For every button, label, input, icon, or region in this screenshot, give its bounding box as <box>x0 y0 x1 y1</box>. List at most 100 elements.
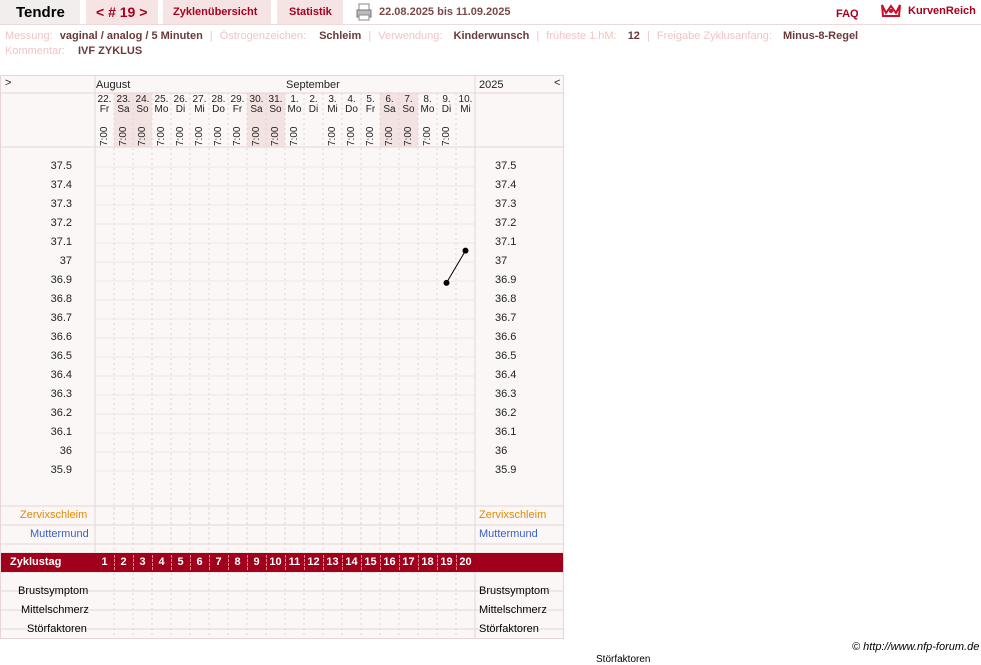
cycle-nav-label[interactable]: < # 19 > <box>96 4 147 20</box>
day-header[interactable]: 5. Fr <box>361 95 380 115</box>
oestrogen-label: Östrogenzeichen: <box>219 30 306 42</box>
day-header[interactable]: 2. Di <box>304 95 323 115</box>
kommentar-label: Kommentar: <box>5 45 65 57</box>
day-weekday: Mo <box>154 104 169 115</box>
day-header[interactable]: 29. Fr <box>228 95 247 115</box>
temp-label-left: 36.8 <box>50 293 72 305</box>
day-time-text: 7:00 <box>137 126 148 146</box>
freigabe-label: Freigabe Zyklusanfang: <box>656 30 772 42</box>
tab-statistik-label[interactable]: Statistik <box>289 6 332 18</box>
temp-label-right: 36.8 <box>495 293 517 305</box>
day-weekday: Sa <box>250 104 263 115</box>
cycle-day-number: 19 <box>440 556 453 568</box>
day-header[interactable]: 9. Di <box>437 95 456 115</box>
freigabe-value: Minus-8-Regel <box>782 30 859 42</box>
cycle-day-separator <box>456 555 457 570</box>
day-header[interactable]: 30. Sa <box>247 95 266 115</box>
day-weekday: Sa <box>383 104 396 115</box>
temp-label-left: 37 <box>59 255 72 267</box>
day-header[interactable]: 26. Di <box>171 95 190 115</box>
temp-label-left: 37.4 <box>50 179 72 191</box>
day-header[interactable]: 28. Do <box>209 95 228 115</box>
day-time: 7:00 <box>289 124 308 146</box>
temp-point[interactable] <box>443 279 450 286</box>
day-weekday: Fr <box>365 104 376 115</box>
day-time: 7:00 <box>213 124 232 146</box>
printer-icon[interactable] <box>356 3 372 24</box>
cycle-day-number: 10 <box>269 556 282 568</box>
day-time: 7:00 <box>327 124 346 146</box>
zyklustag-row: Zyklustag 1 2 3 4 5 6 7 8 9 10 11 12 13 14 15 16 17 18 19 2… <box>1 553 563 572</box>
temp-label-left: 37.1 <box>50 236 72 248</box>
day-time: 7:00 <box>251 124 270 146</box>
day-weekday: Di <box>175 104 186 115</box>
cycle-day-separator <box>342 555 343 570</box>
zyklustag-label: Zyklustag <box>10 556 62 568</box>
scroll-left-button[interactable]: > <box>5 77 11 89</box>
day-header[interactable]: 8. Mo <box>418 95 437 115</box>
scroll-right-button[interactable]: < <box>554 77 560 89</box>
cycle-day-separator <box>399 555 400 570</box>
cycle-day-number: 5 <box>177 556 184 568</box>
day-time-text: 7:00 <box>232 126 243 146</box>
day-time <box>460 124 479 146</box>
user-name-box: Tendre <box>0 0 80 24</box>
day-header[interactable]: 10. Mi <box>456 95 475 115</box>
day-time-text: 7:00 <box>99 126 110 146</box>
day-header[interactable]: 23. Sa <box>114 95 133 115</box>
day-time-text: 7:00 <box>365 126 376 146</box>
row-label-muttermund: Muttermund <box>30 528 89 540</box>
cycle-day-separator <box>361 555 362 570</box>
temp-label-left: 36.7 <box>50 312 72 324</box>
day-header[interactable]: 24. So <box>133 95 152 115</box>
tab-zyklenuebersicht-label[interactable]: Zyklenübersicht <box>173 6 257 18</box>
day-header[interactable]: 31. So <box>266 95 285 115</box>
temp-label-right: 37.1 <box>495 236 517 248</box>
cycle-day-number: 1 <box>101 556 108 568</box>
day-header[interactable]: 7. So <box>399 95 418 115</box>
row-label-zervixschleim: Zervixschleim <box>20 509 88 521</box>
cycle-day-number: 13 <box>326 556 339 568</box>
day-time: 7:00 <box>384 124 403 146</box>
day-header[interactable]: 3. Mi <box>323 95 342 115</box>
temp-label-left: 36.1 <box>50 426 72 438</box>
faq-link[interactable]: FAQ <box>836 8 859 20</box>
day-time: 7:00 <box>441 124 460 146</box>
header-divider <box>0 24 981 25</box>
day-weekday: So <box>136 104 149 115</box>
oestrogen-value: Schleim <box>319 30 362 42</box>
cycle-day-separator <box>380 555 381 570</box>
temp-label-right: 36.3 <box>495 388 517 400</box>
cycle-day-separator <box>437 555 438 570</box>
temp-label-right: 36.1 <box>495 426 517 438</box>
info-line-2: Kommentar: IVF ZYKLUS <box>5 45 142 57</box>
cycle-day-number: 6 <box>196 556 203 568</box>
cycle-day-separator <box>228 555 229 570</box>
day-time: 7:00 <box>156 124 175 146</box>
temp-point[interactable] <box>462 247 469 254</box>
temp-label-right: 36.6 <box>495 331 517 343</box>
cycle-day-separator <box>171 555 172 570</box>
info-line-1: Messung: vaginal / analog / 5 Minuten | … <box>5 30 859 42</box>
day-header[interactable]: 22. Fr <box>95 95 114 115</box>
day-weekday: Do <box>345 104 358 115</box>
cycle-nav[interactable]: < # 19 > <box>86 0 158 24</box>
cycle-day-number: 16 <box>383 556 396 568</box>
day-header[interactable]: 6. Sa <box>380 95 399 115</box>
day-header[interactable]: 1. Mo <box>285 95 304 115</box>
tab-zyklenuebersicht[interactable]: Zyklenübersicht <box>163 0 271 24</box>
day-weekday: Di <box>308 104 319 115</box>
day-time: 7:00 <box>118 124 137 146</box>
day-time-text: 7:00 <box>213 126 224 146</box>
logo-text[interactable]: KurvenReich <box>908 5 976 17</box>
day-header[interactable]: 25. Mo <box>152 95 171 115</box>
day-header[interactable]: 4. Do <box>342 95 361 115</box>
temp-label-right: 37.5 <box>495 160 517 172</box>
month-august: August <box>96 79 131 91</box>
tab-statistik[interactable]: Statistik <box>277 0 343 24</box>
day-header[interactable]: 27. Mi <box>190 95 209 115</box>
day-time-text: 7:00 <box>346 126 357 146</box>
crown-logo-icon[interactable] <box>880 1 902 22</box>
verwendung-label: Verwendung: <box>378 30 443 42</box>
day-time-text: 7:00 <box>441 126 452 146</box>
